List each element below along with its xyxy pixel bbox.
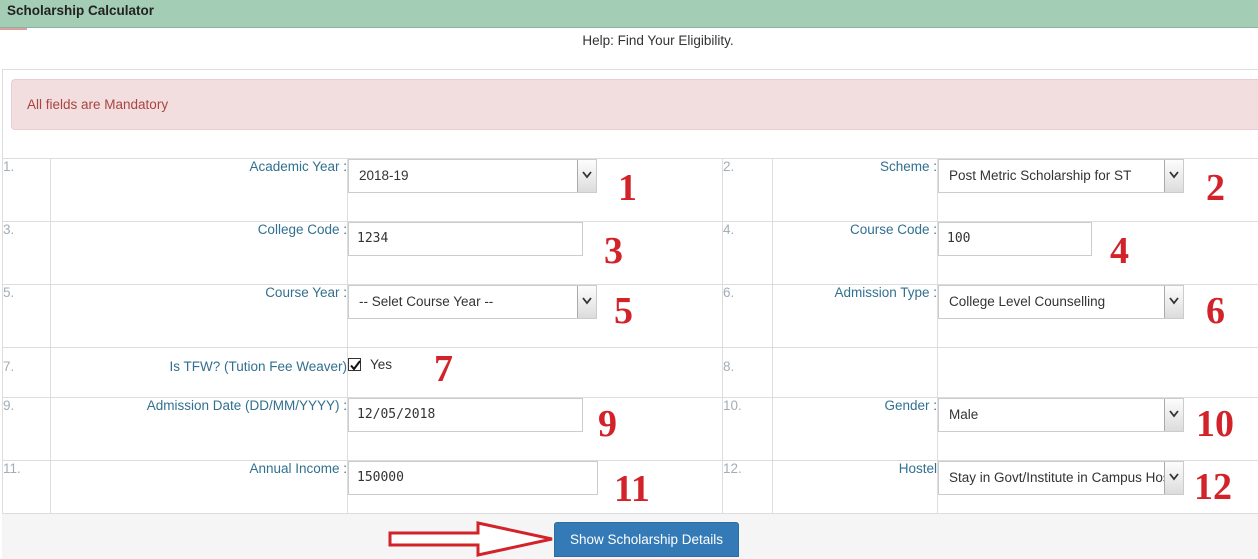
chevron-down-icon — [577, 160, 596, 192]
gender-label: Gender : — [773, 398, 938, 461]
annotation-number: 9 — [598, 405, 617, 443]
scheme-value: Post Metric Scholarship for ST — [949, 168, 1131, 183]
tfw-checkbox[interactable] — [348, 358, 361, 371]
course-code-label: Course Code : — [773, 222, 938, 285]
header-divider — [0, 28, 27, 30]
row-number: 4. — [723, 222, 773, 285]
gender-select[interactable]: Male — [938, 398, 1184, 432]
admission-date-label: Admission Date (DD/MM/YYYY) : — [51, 398, 348, 461]
scheme-select[interactable]: Post Metric Scholarship for ST — [938, 159, 1184, 193]
tfw-label: Is TFW? (Tution Fee Weaver) — [51, 348, 348, 398]
row-number: 7. — [3, 348, 51, 398]
course-year-select[interactable]: -- Selet Course Year -- — [348, 285, 597, 319]
academic-year-label: Academic Year : — [51, 159, 348, 222]
annual-income-input[interactable]: 150000 — [348, 461, 598, 495]
page-title: Scholarship Calculator — [7, 3, 154, 18]
row-number: 10. — [723, 398, 773, 461]
annotation-number: 6 — [1206, 292, 1225, 330]
admission-type-select[interactable]: College Level Counselling — [938, 285, 1184, 319]
annotation-number: 7 — [434, 350, 453, 388]
college-code-input[interactable]: 1234 — [348, 222, 583, 256]
empty-label — [773, 348, 938, 398]
row-number: 2. — [723, 159, 773, 222]
scheme-label: Scheme : — [773, 159, 938, 222]
alert-text: All fields are Mandatory — [27, 97, 168, 112]
hostel-select[interactable]: Stay in Govt/Institute in Campus Hostel — [938, 461, 1184, 495]
admission-date-input[interactable]: 12/05/2018 — [348, 398, 583, 432]
pointer-arrow-icon — [388, 521, 556, 557]
gender-value: Male — [949, 407, 978, 422]
admission-type-label: Admission Type : — [773, 285, 938, 348]
annotation-number: 2 — [1206, 169, 1225, 207]
annotation-number: 12 — [1194, 468, 1232, 506]
help-link[interactable]: Help: Find Your Eligibility. — [0, 33, 1258, 48]
app-header: Scholarship Calculator — [0, 0, 1258, 28]
row-number: 6. — [723, 285, 773, 348]
row-number: 9. — [3, 398, 51, 461]
chevron-down-icon — [577, 286, 596, 318]
course-year-label: Course Year : — [51, 285, 348, 348]
course-code-input[interactable]: 100 — [938, 222, 1092, 256]
annotation-number: 10 — [1196, 405, 1234, 443]
row-number: 3. — [3, 222, 51, 285]
annotation-number: 11 — [614, 470, 650, 508]
annotation-number: 3 — [604, 232, 623, 270]
tfw-checkbox-group[interactable]: Yes — [348, 357, 722, 372]
college-code-label: College Code : — [51, 222, 348, 285]
show-scholarship-details-button[interactable]: Show Scholarship Details — [554, 522, 739, 557]
row-number: 5. — [3, 285, 51, 348]
row-number: 8. — [723, 348, 773, 398]
chevron-down-icon — [1164, 399, 1183, 431]
mandatory-alert: All fields are Mandatory — [11, 79, 1258, 130]
academic-year-value: 2018-19 — [359, 168, 409, 183]
tfw-checkbox-label: Yes — [370, 357, 392, 372]
row-number: 1. — [3, 159, 51, 222]
chevron-down-icon — [1164, 286, 1183, 318]
hostel-value: Stay in Govt/Institute in Campus Hostel — [949, 470, 1184, 485]
chevron-down-icon — [1164, 160, 1183, 192]
chevron-down-icon — [1164, 462, 1183, 494]
annotation-number: 1 — [618, 169, 637, 207]
academic-year-select[interactable]: 2018-19 — [348, 159, 597, 193]
empty-cell — [938, 348, 1258, 398]
scholarship-form-table: 1. Academic Year : 2018-19 1 2. Scheme :… — [2, 158, 1258, 524]
admission-type-value: College Level Counselling — [949, 294, 1105, 309]
annotation-number: 4 — [1110, 232, 1129, 270]
annotation-number: 5 — [614, 292, 633, 330]
course-year-value: -- Selet Course Year -- — [359, 294, 493, 309]
